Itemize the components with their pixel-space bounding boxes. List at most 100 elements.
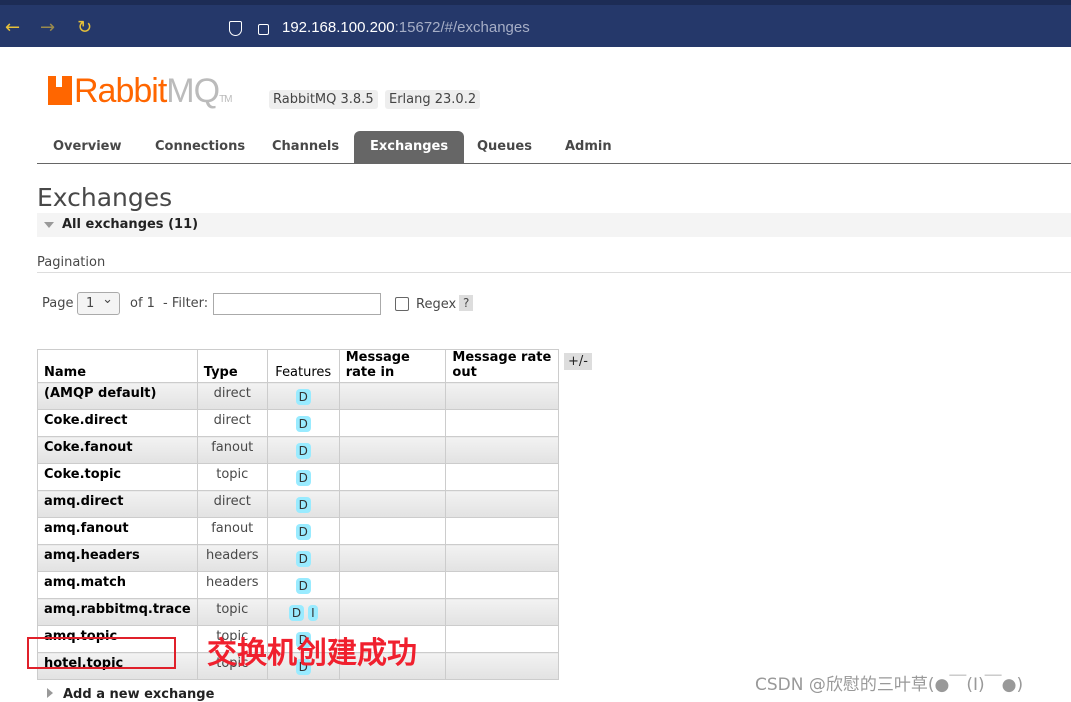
exchange-type: fanout (196, 517, 268, 545)
rate-in (338, 382, 447, 410)
exchange-name-link[interactable]: Coke.direct (37, 409, 198, 437)
exchange-features: D (266, 490, 340, 518)
lock-icon[interactable] (258, 24, 269, 35)
col-rate-out: Message rate out (445, 349, 559, 383)
exchange-name-link[interactable]: Coke.fanout (37, 436, 198, 464)
exchange-type: headers (196, 571, 268, 599)
tab-exchanges[interactable]: Exchanges (354, 131, 465, 163)
feature-badge: D (295, 389, 311, 405)
watermark: CSDN @欣慰的三叶草(●￣(I)￣●) (755, 675, 1024, 695)
exchange-features: D (266, 382, 340, 410)
annotation-text: 交换机创建成功 (207, 636, 417, 671)
feature-badge: D (295, 470, 311, 486)
rate-out (445, 544, 559, 572)
tab-overview[interactable]: Overview (37, 131, 138, 163)
table-row: Coke.topic topic D (37, 463, 559, 491)
exchange-type: direct (196, 409, 268, 437)
erlang-version: Erlang 23.0.2 (385, 90, 481, 109)
regex-help-button[interactable]: ? (459, 295, 474, 311)
back-icon[interactable]: ← (5, 17, 20, 38)
url-host: 192.168.100.200 (282, 19, 395, 36)
exchange-type: direct (196, 382, 268, 410)
rabbitmq-logo: RabbitMQTM (48, 72, 233, 111)
feature-badge: I (308, 605, 318, 621)
exchange-name-link[interactable]: amq.headers (37, 544, 198, 572)
page-select[interactable]: 1 (77, 292, 120, 315)
exchange-type: topic (196, 598, 268, 626)
page-title: Exchanges (37, 183, 173, 212)
reload-icon[interactable]: ↻ (77, 17, 92, 38)
rate-out (445, 463, 559, 491)
exchange-features: D (266, 436, 340, 464)
feature-badge: D (295, 524, 311, 540)
rate-out (445, 652, 559, 680)
filter-input[interactable] (213, 293, 381, 315)
rate-out (445, 490, 559, 518)
table-row: (AMQP default) direct D (37, 382, 559, 410)
tab-connections[interactable]: Connections (139, 131, 261, 163)
exchange-features: D (266, 571, 340, 599)
table-row: amq.direct direct D (37, 490, 559, 518)
rate-out (445, 571, 559, 599)
url-path: :15672/#/exchanges (394, 19, 530, 36)
table-row: amq.fanout fanout D (37, 517, 559, 545)
collapse-icon (44, 222, 54, 233)
rate-in (338, 544, 447, 572)
main-tabs: Overview Connections Channels Exchanges … (37, 131, 1071, 164)
col-type: Type (196, 349, 268, 383)
rate-in (338, 436, 447, 464)
exchange-name-link[interactable]: amq.fanout (37, 517, 198, 545)
browser-toolbar: ← → ↻ 192.168.100.200:15672/#/exchanges (0, 0, 1071, 47)
exchange-type: fanout (196, 436, 268, 464)
table-row: Coke.fanout fanout D (37, 436, 559, 464)
highlight-box (27, 637, 176, 669)
exchange-type: topic (196, 463, 268, 491)
page-count: of 1 (130, 296, 155, 311)
rate-out (445, 436, 559, 464)
feature-badge: D (295, 497, 311, 513)
regex-checkbox[interactable] (395, 297, 409, 311)
exchange-features: D (266, 463, 340, 491)
exchange-type: headers (196, 544, 268, 572)
filter-label: - Filter: (163, 296, 209, 311)
exchange-type: direct (196, 490, 268, 518)
exchange-features: D (266, 544, 340, 572)
feature-badge: D (295, 578, 311, 594)
tab-admin[interactable]: Admin (549, 131, 628, 163)
rate-in (338, 490, 447, 518)
exchange-features: D (266, 517, 340, 545)
exchange-name-link[interactable]: Coke.topic (37, 463, 198, 491)
col-name: Name (37, 349, 198, 383)
feature-badge: D (295, 551, 311, 567)
tab-channels[interactable]: Channels (256, 131, 355, 163)
exchange-name-link[interactable]: (AMQP default) (37, 382, 198, 410)
exchange-name-link[interactable]: amq.direct (37, 490, 198, 518)
exchange-name-link[interactable]: amq.rabbitmq.trace (37, 598, 198, 626)
exchange-features: D (266, 409, 340, 437)
rate-in (338, 598, 447, 626)
rate-in (338, 463, 447, 491)
tab-queues[interactable]: Queues (461, 131, 548, 163)
rate-out (445, 625, 559, 653)
table-row: Coke.direct direct D (37, 409, 559, 437)
toggle-columns-button[interactable]: +/- (564, 353, 592, 370)
exchange-features: DI (266, 598, 340, 626)
rate-out (445, 409, 559, 437)
regex-label: Regex (416, 297, 457, 312)
divider (37, 272, 1071, 273)
rabbitmq-version: RabbitMQ 3.8.5 (269, 90, 378, 109)
forward-icon[interactable]: → (40, 17, 55, 38)
rate-in (338, 517, 447, 545)
table-row: amq.rabbitmq.trace topic D I (37, 598, 559, 626)
rate-out (445, 382, 559, 410)
feature-badge: D (295, 443, 311, 459)
feature-badge: D (295, 416, 311, 432)
rate-out (445, 598, 559, 626)
table-row: amq.match headers D (37, 571, 559, 599)
address-bar[interactable]: 192.168.100.200:15672/#/exchanges (282, 19, 530, 36)
shield-icon[interactable] (229, 21, 242, 36)
table-row: amq.headers headers D (37, 544, 559, 572)
exchange-name-link[interactable]: amq.match (37, 571, 198, 599)
rate-in (338, 409, 447, 437)
all-exchanges-section-toggle[interactable]: All exchanges (11) (37, 213, 1071, 237)
